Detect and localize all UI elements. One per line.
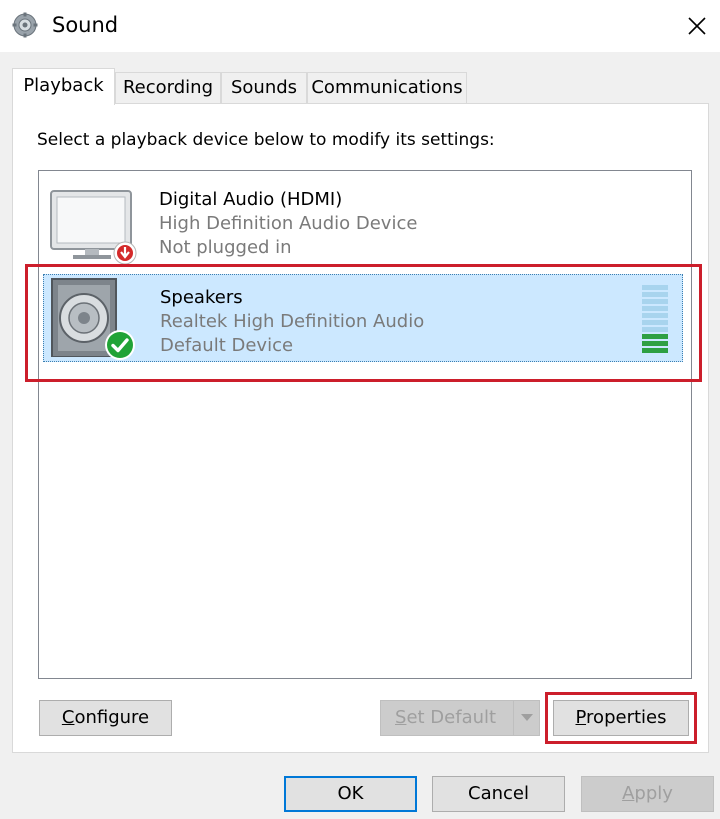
unplugged-badge-icon xyxy=(113,241,137,265)
window-title: Sound xyxy=(52,13,119,37)
level-meter-segment xyxy=(642,292,668,297)
properties-button[interactable]: Properties xyxy=(553,700,689,736)
cancel-button[interactable]: Cancel xyxy=(432,776,565,812)
device-name: Speakers xyxy=(160,287,243,308)
set-default-dropdown[interactable] xyxy=(513,701,539,735)
device-description: Realtek High Definition Audio xyxy=(160,311,425,332)
set-default-button[interactable]: Set Default xyxy=(380,700,540,736)
default-check-icon xyxy=(104,329,136,361)
speaker-cog-icon xyxy=(12,12,38,38)
apply-button[interactable]: Apply xyxy=(581,776,714,812)
level-meter-segment xyxy=(642,313,668,318)
device-status: Not plugged in xyxy=(159,237,292,258)
level-meter-segment xyxy=(642,334,668,339)
device-name: Digital Audio (HDMI) xyxy=(159,189,343,210)
close-button[interactable] xyxy=(676,6,716,44)
tab-recording[interactable]: Recording xyxy=(115,72,221,104)
tab-strip: Playback Recording Sounds Communications xyxy=(0,68,720,105)
tab-playback[interactable]: Playback xyxy=(12,68,115,105)
title-bar: Sound xyxy=(0,0,720,52)
playback-panel: Select a playback device below to modify… xyxy=(12,103,709,753)
level-meter-segment xyxy=(642,327,668,332)
device-description: High Definition Audio Device xyxy=(159,213,418,234)
tab-sounds[interactable]: Sounds xyxy=(221,72,307,104)
level-meter-segment xyxy=(642,299,668,304)
ok-button[interactable]: OK xyxy=(284,776,417,812)
device-item-speakers[interactable]: Speakers Realtek High Definition Audio D… xyxy=(43,274,683,362)
level-meter-segment xyxy=(642,341,668,346)
device-list[interactable]: Digital Audio (HDMI) High Definition Aud… xyxy=(38,170,692,679)
level-meter-segment xyxy=(642,348,668,353)
level-meter xyxy=(642,281,668,355)
level-meter-segment xyxy=(642,306,668,311)
chevron-down-icon xyxy=(521,714,533,721)
device-item-hdmi[interactable]: Digital Audio (HDMI) High Definition Aud… xyxy=(43,177,683,265)
configure-button[interactable]: Configure xyxy=(39,700,172,736)
level-meter-segment xyxy=(642,320,668,325)
device-status: Default Device xyxy=(160,335,294,356)
instruction-text: Select a playback device below to modify… xyxy=(37,130,495,150)
tab-communications[interactable]: Communications xyxy=(307,72,467,104)
level-meter-segment xyxy=(642,285,668,290)
close-icon xyxy=(688,17,706,35)
